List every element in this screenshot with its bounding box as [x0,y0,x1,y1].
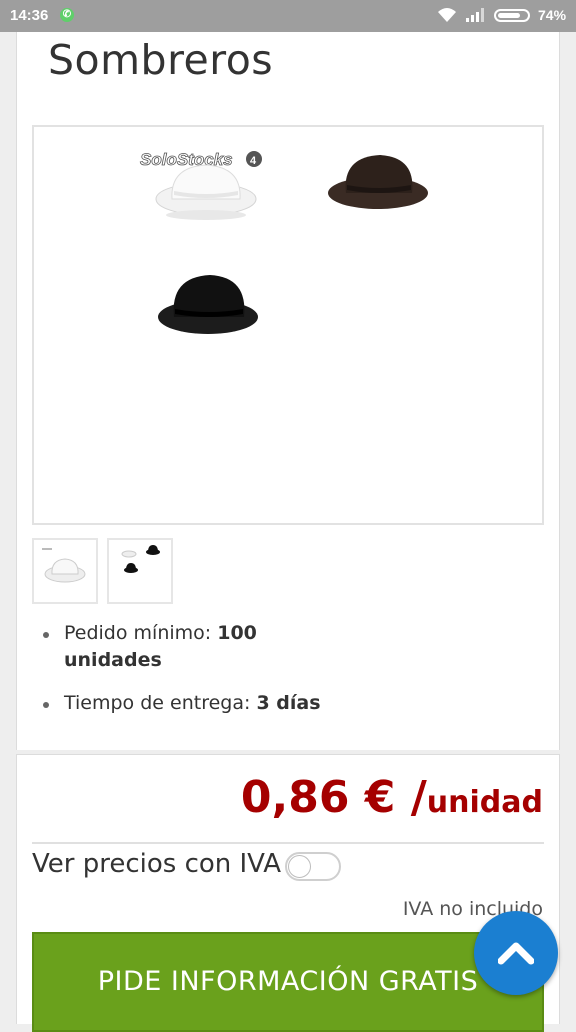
delivery-value: 3 días [256,692,321,714]
divider [32,842,544,844]
request-info-button[interactable]: PIDE INFORMACIÓN GRATIS [32,932,544,1032]
price-unit: unidad [426,785,543,820]
brown-hat-image [328,155,428,209]
toggle-knob [288,855,311,878]
request-info-label: PIDE INFORMACIÓN GRATIS [97,966,479,997]
min-order-unit: unidades [64,649,162,671]
battery-icon [494,9,530,22]
whatsapp-call-icon: ✆ [60,8,74,22]
status-bar: 14:36 ✆ 74% [0,0,576,32]
black-hat-image [158,275,258,334]
price: 0,86 € /unidad [241,772,543,823]
thumbnail-white-hat[interactable] [32,538,98,604]
list-item-min-order: Pedido mínimo: 100 unidades [40,620,340,674]
iva-toggle[interactable] [285,852,341,881]
product-details-list: Pedido mínimo: 100 unidades Tiempo de en… [40,620,340,717]
status-time: 14:36 [10,7,49,24]
list-item-delivery: Tiempo de entrega: 3 días [40,690,340,717]
svg-text:4: 4 [250,155,257,167]
solostocks-watermark: SoloStocks [140,150,233,169]
min-order-label: Pedido mínimo: [64,622,212,644]
hats-image: SoloStocks 4 [140,150,428,334]
battery-percent: 74% [538,7,567,23]
iva-toggle-label: Ver precios con IVA [32,849,282,879]
price-amount: 0,86 € / [240,772,427,823]
page-title: Sombreros [48,36,274,84]
delivery-label: Tiempo de entrega: [64,692,251,714]
thumbnail-all-hats[interactable] [107,538,173,604]
white-hat-image [155,164,257,220]
chevron-up-icon [498,942,534,965]
thumbnail-all-hats-image [121,545,160,573]
wifi-icon [438,8,456,22]
scroll-to-top-button[interactable] [474,911,558,995]
thumbnail-white-hat-image [42,548,86,583]
product-main-image[interactable]: SoloStocks 4 [32,125,544,525]
min-order-value: 100 [217,622,257,644]
signal-icon [466,8,484,22]
